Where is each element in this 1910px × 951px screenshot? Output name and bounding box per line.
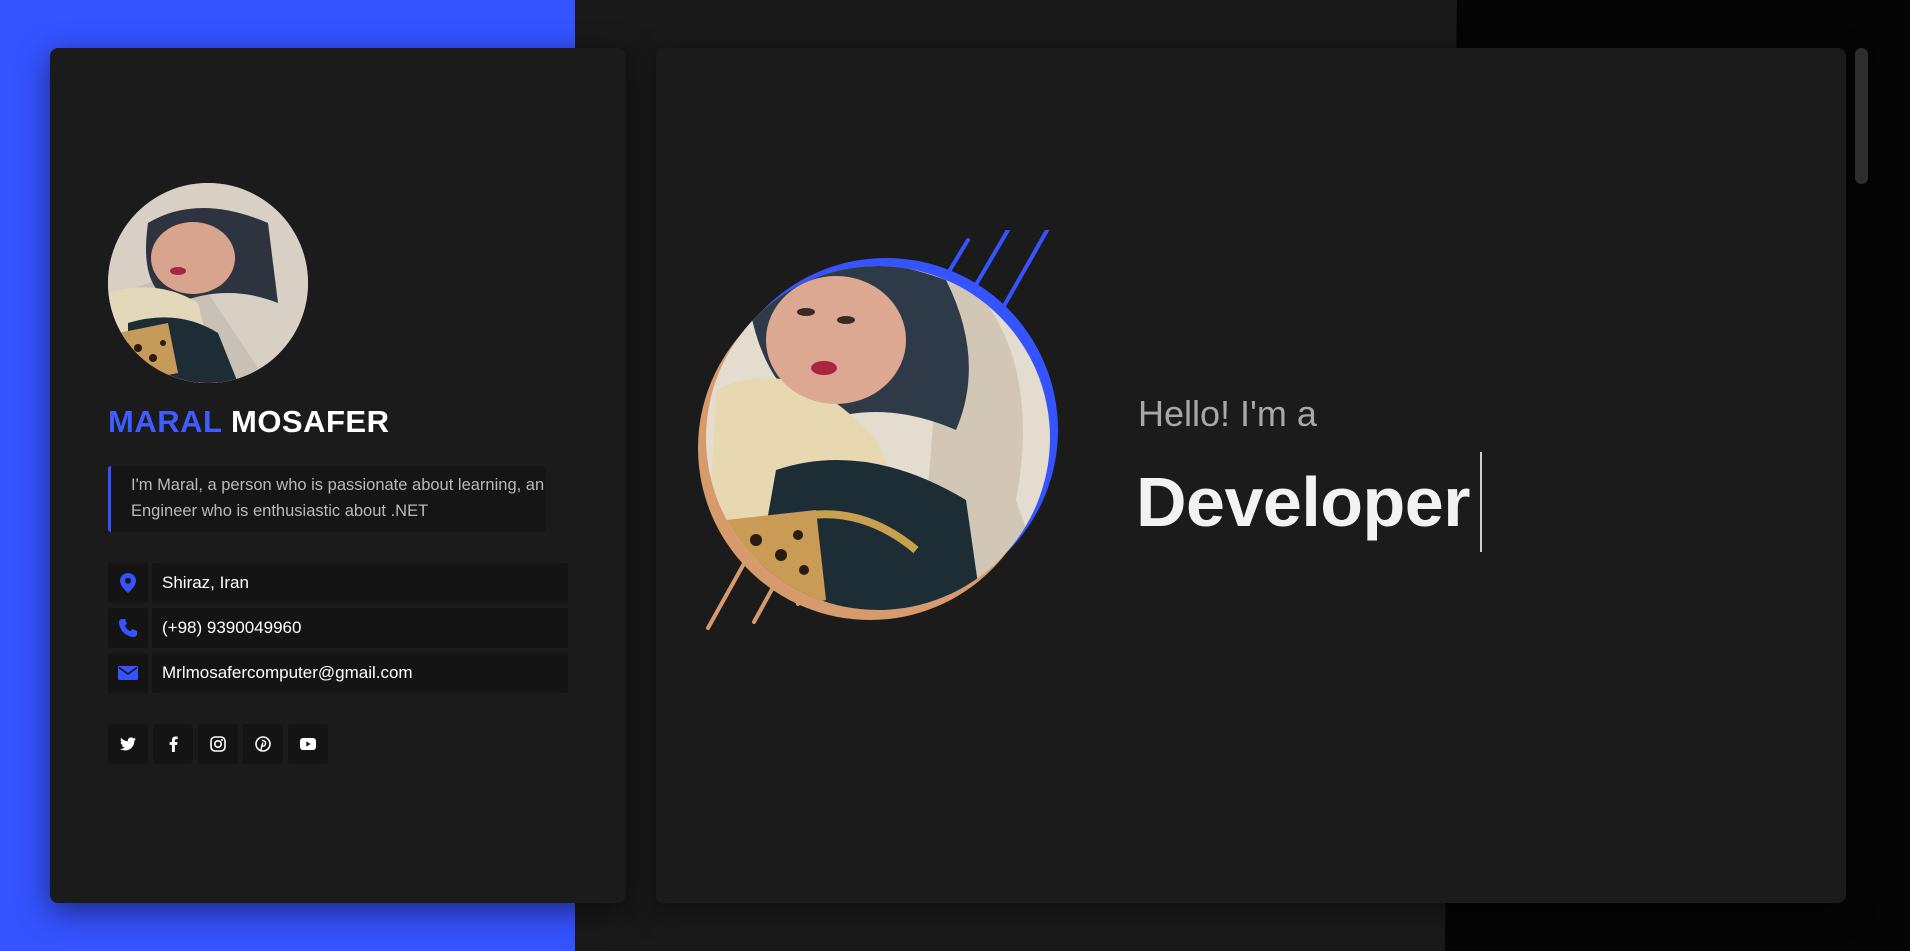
youtube-icon[interactable]	[288, 724, 328, 764]
instagram-icon[interactable]	[198, 724, 238, 764]
hero-card: Hello! I'm a Developer	[656, 48, 1846, 903]
hero-greeting: Hello! I'm a	[1138, 393, 1317, 434]
phone-icon	[108, 608, 148, 648]
envelope-icon	[108, 653, 148, 693]
email-text[interactable]: Mrlmosafercomputer@gmail.com	[152, 653, 568, 693]
typed-role: Developer	[1136, 450, 1482, 554]
contact-phone[interactable]: (+98) 9390049960	[108, 608, 568, 648]
avatar-photo	[108, 183, 308, 383]
contact-location: Shiraz, Iran	[108, 563, 568, 603]
last-name: MOSAFER	[231, 404, 390, 439]
facebook-icon[interactable]	[153, 724, 193, 764]
twitter-icon[interactable]	[108, 724, 148, 764]
hero-role: Developer	[1136, 463, 1470, 541]
location-text: Shiraz, Iran	[152, 563, 568, 603]
phone-text[interactable]: (+98) 9390049960	[152, 608, 568, 648]
avatar	[108, 183, 308, 383]
profile-name: MARAL MOSAFER	[108, 404, 390, 440]
contact-email[interactable]: Mrlmosafercomputer@gmail.com	[108, 653, 568, 693]
typing-cursor	[1479, 452, 1482, 552]
hero-portrait	[698, 230, 1058, 630]
pinterest-icon[interactable]	[243, 724, 283, 764]
profile-card: MARAL MOSAFER I'm Maral, a person who is…	[50, 48, 626, 903]
scrollbar-thumb[interactable]	[1855, 48, 1868, 184]
first-name: MARAL	[108, 404, 222, 439]
location-pin-icon	[108, 563, 148, 603]
bio-text: I'm Maral, a person who is passionate ab…	[108, 466, 546, 532]
